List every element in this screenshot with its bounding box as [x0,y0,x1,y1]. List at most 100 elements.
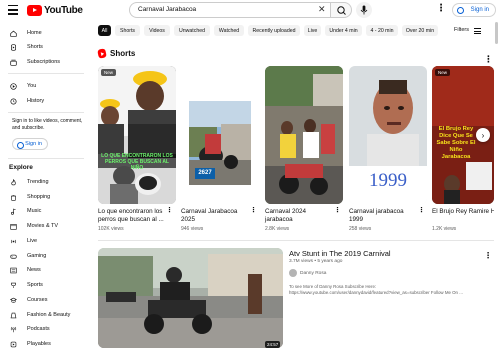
short-title[interactable]: Carnaval jarabacoa 1999 [349,208,419,224]
account-icon [17,142,24,149]
short-views: 258 views [349,226,372,232]
video-thumbnail[interactable] [98,248,283,348]
sign-in-button[interactable]: Sign in [452,3,496,17]
new-badge: New [435,69,451,76]
sidebar-item-label: Trending [27,179,49,185]
short-plate-text: 2627 [198,170,212,176]
search-input[interactable]: Carnaval Jarabacoa [129,2,330,18]
logo-text: YouTube [44,4,83,16]
chip-videos[interactable]: Videos [144,25,170,36]
section-divider [98,240,494,241]
short-thumbnail-image [181,66,259,204]
sidebar-item-subscriptions[interactable]: Subscriptions [0,55,88,69]
sidebar-sign-in-button[interactable]: Sign in [12,138,48,150]
playables-icon [10,341,17,347]
sidebar-item-label: You [27,83,37,89]
sidebar-item-label: Live [27,238,38,244]
sidebar-item-label: Shopping [27,194,51,200]
sign-in-prompt: Sign in to like videos, comment, and sub… [12,118,83,132]
sidebar-item-sports[interactable]: Sports [0,278,88,292]
shorts-more-icon[interactable]: ⋮ [484,55,493,64]
sidebar-item-label: Subscriptions [27,59,61,65]
chip-under-4-min[interactable]: Under 4 min [325,25,362,36]
sidebar-item-you[interactable]: You [0,79,88,93]
short-more-icon[interactable]: ⋮ [418,207,425,214]
chip-over-20-min[interactable]: Over 20 min [402,25,438,36]
chip-recently-uploaded[interactable]: Recently uploaded [248,25,300,36]
short-more-icon[interactable]: ⋮ [166,207,173,214]
menu-icon[interactable] [8,5,18,15]
you-icon [10,82,17,90]
chip-unwatched[interactable]: Unwatched [174,25,210,36]
short-thumbnail[interactable] [265,66,343,204]
short-title[interactable]: Carnaval Jarabacoa 2025 [181,208,251,224]
sidebar-item-fashion-beauty[interactable]: Fashion & Beauty [0,308,88,322]
chip-shorts[interactable]: Shorts [115,25,140,36]
sidebar-item-label: News [27,267,41,273]
sign-in-label: Sign in [470,7,489,13]
sidebar-item-courses[interactable]: Courses [0,293,88,307]
short-overlay-text: LO QUE ENCONTRARON LOS PERROS QUE BUSCAN… [101,153,173,171]
sidebar-item-label: Shorts [27,44,43,50]
settings-menu-icon[interactable]: ⋮ [436,4,446,14]
short-overlay-year: 1999 [369,170,407,191]
sidebar-item-label: Playables [27,341,51,347]
microphone-icon [360,5,368,15]
sidebar-item-label: Music [27,208,42,214]
clear-search-icon[interactable]: ✕ [318,4,326,14]
top-bar: YouTube Carnaval Jarabacoa ✕ ⋮ Sign in [0,0,500,22]
sidebar-item-playables[interactable]: Playables [0,337,88,351]
shorts-next-button[interactable]: › [476,128,490,142]
courses-icon [10,297,17,303]
sidebar-item-news[interactable]: News [0,263,88,277]
youtube-logo[interactable]: YouTube [27,4,83,16]
short-views: 102K views [98,226,124,232]
sidebar-item-label: Fashion & Beauty [27,312,71,318]
video-meta: 3.7M views • 5 years ago [289,259,343,264]
filters-icon[interactable] [474,28,481,34]
new-badge: New [101,69,117,76]
voice-search-button[interactable] [356,2,372,18]
shopping-icon [11,194,16,201]
search-button[interactable] [330,2,352,18]
short-overlay-text: El Brujo Rey Dice Que Se Sabe Sobre El N… [436,126,476,160]
channel-avatar[interactable] [289,269,297,277]
video-title[interactable]: Atv Stunt in The 2019 Carnival [289,249,391,258]
sidebar-item-label: Gaming [27,253,47,259]
short-thumbnail[interactable]: 1999 [349,66,427,204]
sidebar-item-podcasts[interactable]: Podcasts [0,322,88,336]
short-title[interactable]: Carnaval 2024 jarabacoa [265,208,335,224]
scrollbar[interactable] [495,22,498,44]
channel-name[interactable]: Danny Rosa [300,271,326,276]
sidebar-item-gaming[interactable]: Gaming [0,249,88,263]
sidebar-item-trending[interactable]: Trending [0,175,88,189]
sidebar-item-label: Movies & TV [27,223,59,229]
filters-button[interactable]: Filters [454,27,469,33]
short-thumbnail[interactable]: 2627 [181,66,259,204]
sidebar-item-label: History [27,98,45,104]
short-thumbnail-image [265,66,343,204]
short-views: 1.2K views [432,226,457,232]
short-title[interactable]: Lo que encontraron los perros que buscan… [98,208,168,224]
short-thumbnail[interactable]: LO QUE ENCONTRARON LOS PERROS QUE BUSCAN… [98,66,176,204]
chip-4-20-min[interactable]: 4 - 20 min [366,25,398,36]
sports-icon [11,282,16,288]
short-title[interactable]: El Brujo Rey Ramire Habla Sobre El Niño [432,208,494,216]
short-thumbnail-image [98,66,176,204]
chip-watched[interactable]: Watched [214,25,244,36]
sidebar-item-shorts[interactable]: Shorts [0,40,88,54]
video-more-icon[interactable]: ⋮ [484,252,492,260]
chip-live[interactable]: Live [304,25,321,36]
divider [8,112,84,113]
youtube-logo-icon [27,4,42,16]
short-more-icon[interactable]: ⋮ [250,207,257,214]
sidebar-item-movies[interactable]: Movies & TV [0,219,88,233]
sidebar-item-live[interactable]: Live [0,234,88,248]
sidebar-item-home[interactable]: Home [0,26,88,40]
sidebar-item-shopping[interactable]: Shopping [0,190,88,204]
sidebar-item-music[interactable]: Music [0,204,88,218]
chip-all[interactable]: All [98,25,111,36]
sidebar-item-history[interactable]: History [0,94,88,108]
short-more-icon[interactable]: ⋮ [334,207,341,214]
news-icon [10,267,17,273]
